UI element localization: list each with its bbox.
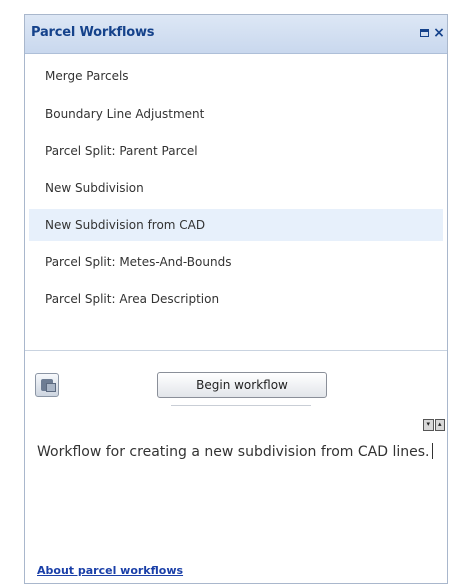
begin-workflow-button[interactable]: Begin workflow — [157, 372, 327, 398]
close-icon[interactable]: × — [432, 26, 446, 40]
workflow-item-parcel-split-parent[interactable]: Parcel Split: Parent Parcel — [29, 135, 443, 167]
workflow-item-parcel-split-area-description[interactable]: Parcel Split: Area Description — [29, 283, 443, 315]
toggle-description-icon[interactable]: ▾ ▴ — [423, 419, 445, 431]
parcel-workflows-panel: Parcel Workflows × Merge Parcels Boundar… — [24, 14, 448, 584]
workflow-item-new-subdivision-from-cad[interactable]: New Subdivision from CAD — [29, 209, 443, 241]
workflow-list: Merge Parcels Boundary Line Adjustment P… — [25, 54, 447, 351]
text-caret — [432, 443, 434, 459]
panel-title: Parcel Workflows — [31, 25, 155, 40]
about-parcel-workflows-link[interactable]: About parcel workflows — [37, 564, 183, 577]
options-icon[interactable] — [35, 373, 59, 397]
workflow-description[interactable]: Workflow for creating a new subdivision … — [31, 433, 441, 555]
float-window-icon[interactable] — [417, 26, 431, 40]
panel-titlebar: Parcel Workflows × — [25, 15, 447, 54]
workflow-item-merge-parcels[interactable]: Merge Parcels — [29, 60, 443, 92]
workflow-item-new-subdivision[interactable]: New Subdivision — [29, 172, 443, 204]
workflow-item-boundary-line-adjustment[interactable]: Boundary Line Adjustment — [29, 98, 443, 130]
panel-splitter[interactable] — [171, 405, 311, 406]
workflow-description-text: Workflow for creating a new subdivision … — [37, 444, 430, 460]
workflow-item-parcel-split-metes-and-bounds[interactable]: Parcel Split: Metes-And-Bounds — [29, 246, 443, 278]
